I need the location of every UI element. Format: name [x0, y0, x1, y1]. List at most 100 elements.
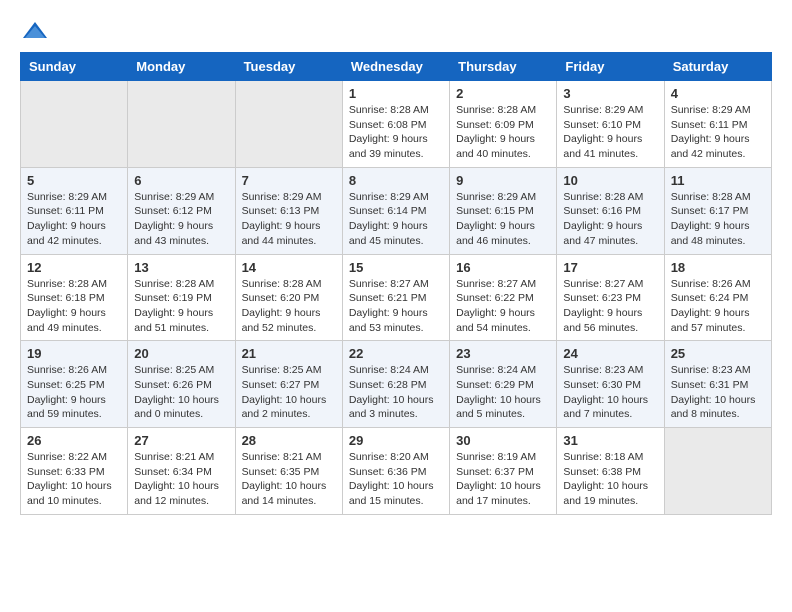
calendar-cell: 30 Sunrise: 8:19 AMSunset: 6:37 PMDayligh…	[450, 428, 557, 515]
calendar-cell	[128, 81, 235, 168]
day-info: Sunrise: 8:28 AMSunset: 6:16 PMDaylight:…	[563, 190, 657, 249]
calendar-table: SundayMondayTuesdayWednesdayThursdayFrid…	[20, 52, 772, 515]
day-number: 2	[456, 86, 550, 101]
day-number: 16	[456, 260, 550, 275]
day-number: 18	[671, 260, 765, 275]
calendar-cell: 17 Sunrise: 8:27 AMSunset: 6:23 PMDayligh…	[557, 254, 664, 341]
day-number: 17	[563, 260, 657, 275]
day-info: Sunrise: 8:23 AMSunset: 6:31 PMDaylight:…	[671, 363, 765, 422]
day-number: 23	[456, 346, 550, 361]
day-info: Sunrise: 8:25 AMSunset: 6:27 PMDaylight:…	[242, 363, 336, 422]
day-info: Sunrise: 8:19 AMSunset: 6:37 PMDaylight:…	[456, 450, 550, 509]
day-info: Sunrise: 8:29 AMSunset: 6:11 PMDaylight:…	[27, 190, 121, 249]
day-info: Sunrise: 8:26 AMSunset: 6:24 PMDaylight:…	[671, 277, 765, 336]
day-number: 30	[456, 433, 550, 448]
day-info: Sunrise: 8:27 AMSunset: 6:21 PMDaylight:…	[349, 277, 443, 336]
day-info: Sunrise: 8:28 AMSunset: 6:18 PMDaylight:…	[27, 277, 121, 336]
day-info: Sunrise: 8:25 AMSunset: 6:26 PMDaylight:…	[134, 363, 228, 422]
day-info: Sunrise: 8:21 AMSunset: 6:34 PMDaylight:…	[134, 450, 228, 509]
calendar-cell: 23 Sunrise: 8:24 AMSunset: 6:29 PMDayligh…	[450, 341, 557, 428]
calendar-cell	[664, 428, 771, 515]
day-info: Sunrise: 8:20 AMSunset: 6:36 PMDaylight:…	[349, 450, 443, 509]
calendar-cell: 25 Sunrise: 8:23 AMSunset: 6:31 PMDayligh…	[664, 341, 771, 428]
column-header-thursday: Thursday	[450, 53, 557, 81]
day-number: 24	[563, 346, 657, 361]
calendar-cell: 8 Sunrise: 8:29 AMSunset: 6:14 PMDaylight…	[342, 167, 449, 254]
calendar-cell: 4 Sunrise: 8:29 AMSunset: 6:11 PMDaylight…	[664, 81, 771, 168]
calendar-cell: 15 Sunrise: 8:27 AMSunset: 6:21 PMDayligh…	[342, 254, 449, 341]
day-info: Sunrise: 8:28 AMSunset: 6:20 PMDaylight:…	[242, 277, 336, 336]
column-header-friday: Friday	[557, 53, 664, 81]
day-info: Sunrise: 8:27 AMSunset: 6:23 PMDaylight:…	[563, 277, 657, 336]
day-info: Sunrise: 8:28 AMSunset: 6:08 PMDaylight:…	[349, 103, 443, 162]
calendar-cell: 16 Sunrise: 8:27 AMSunset: 6:22 PMDayligh…	[450, 254, 557, 341]
day-info: Sunrise: 8:28 AMSunset: 6:19 PMDaylight:…	[134, 277, 228, 336]
day-info: Sunrise: 8:26 AMSunset: 6:25 PMDaylight:…	[27, 363, 121, 422]
calendar-cell	[235, 81, 342, 168]
day-info: Sunrise: 8:23 AMSunset: 6:30 PMDaylight:…	[563, 363, 657, 422]
day-number: 22	[349, 346, 443, 361]
logo-icon	[21, 20, 49, 42]
day-info: Sunrise: 8:27 AMSunset: 6:22 PMDaylight:…	[456, 277, 550, 336]
day-info: Sunrise: 8:29 AMSunset: 6:10 PMDaylight:…	[563, 103, 657, 162]
calendar-cell: 14 Sunrise: 8:28 AMSunset: 6:20 PMDayligh…	[235, 254, 342, 341]
calendar-cell: 1 Sunrise: 8:28 AMSunset: 6:08 PMDaylight…	[342, 81, 449, 168]
day-number: 13	[134, 260, 228, 275]
day-number: 5	[27, 173, 121, 188]
calendar-cell: 2Sunrise: 8:28 AMSunset: 6:09 PMDaylight…	[450, 81, 557, 168]
calendar-cell: 7Sunrise: 8:29 AMSunset: 6:13 PMDaylight…	[235, 167, 342, 254]
day-number: 27	[134, 433, 228, 448]
calendar-cell: 18 Sunrise: 8:26 AMSunset: 6:24 PMDayligh…	[664, 254, 771, 341]
day-info: Sunrise: 8:29 AMSunset: 6:13 PMDaylight:…	[242, 190, 336, 249]
calendar-cell: 31 Sunrise: 8:18 AMSunset: 6:38 PMDayligh…	[557, 428, 664, 515]
day-info: Sunrise: 8:18 AMSunset: 6:38 PMDaylight:…	[563, 450, 657, 509]
day-number: 6	[134, 173, 228, 188]
day-number: 1	[349, 86, 443, 101]
day-number: 10	[563, 173, 657, 188]
column-header-tuesday: Tuesday	[235, 53, 342, 81]
day-number: 11	[671, 173, 765, 188]
day-number: 15	[349, 260, 443, 275]
day-number: 14	[242, 260, 336, 275]
column-header-saturday: Saturday	[664, 53, 771, 81]
calendar-cell: 19 Sunrise: 8:26 AMSunset: 6:25 PMDayligh…	[21, 341, 128, 428]
day-info: Sunrise: 8:21 AMSunset: 6:35 PMDaylight:…	[242, 450, 336, 509]
calendar-cell: 6Sunrise: 8:29 AMSunset: 6:12 PMDaylight…	[128, 167, 235, 254]
calendar-cell: 12 Sunrise: 8:28 AMSunset: 6:18 PMDayligh…	[21, 254, 128, 341]
day-info: Sunrise: 8:29 AMSunset: 6:15 PMDaylight:…	[456, 190, 550, 249]
calendar-cell	[21, 81, 128, 168]
calendar-cell: 5 Sunrise: 8:29 AMSunset: 6:11 PMDaylight…	[21, 167, 128, 254]
calendar-cell: 27 Sunrise: 8:21 AMSunset: 6:34 PMDayligh…	[128, 428, 235, 515]
day-number: 20	[134, 346, 228, 361]
day-info: Sunrise: 8:24 AMSunset: 6:28 PMDaylight:…	[349, 363, 443, 422]
day-info: Sunrise: 8:22 AMSunset: 6:33 PMDaylight:…	[27, 450, 121, 509]
calendar-cell: 22 Sunrise: 8:24 AMSunset: 6:28 PMDayligh…	[342, 341, 449, 428]
calendar-cell: 26 Sunrise: 8:22 AMSunset: 6:33 PMDayligh…	[21, 428, 128, 515]
calendar-cell: 20 Sunrise: 8:25 AMSunset: 6:26 PMDayligh…	[128, 341, 235, 428]
calendar-cell: 10 Sunrise: 8:28 AMSunset: 6:16 PMDayligh…	[557, 167, 664, 254]
day-info: Sunrise: 8:29 AMSunset: 6:11 PMDaylight:…	[671, 103, 765, 162]
day-number: 25	[671, 346, 765, 361]
day-number: 12	[27, 260, 121, 275]
logo	[20, 20, 50, 36]
day-number: 31	[563, 433, 657, 448]
calendar-cell: 28Sunrise: 8:21 AMSunset: 6:35 PMDayligh…	[235, 428, 342, 515]
day-number: 29	[349, 433, 443, 448]
day-number: 26	[27, 433, 121, 448]
day-number: 4	[671, 86, 765, 101]
calendar-cell: 13 Sunrise: 8:28 AMSunset: 6:19 PMDayligh…	[128, 254, 235, 341]
calendar-cell: 24 Sunrise: 8:23 AMSunset: 6:30 PMDayligh…	[557, 341, 664, 428]
calendar-cell: 9 Sunrise: 8:29 AMSunset: 6:15 PMDaylight…	[450, 167, 557, 254]
day-number: 19	[27, 346, 121, 361]
page-header	[20, 20, 772, 36]
day-number: 3	[563, 86, 657, 101]
day-number: 9	[456, 173, 550, 188]
day-number: 8	[349, 173, 443, 188]
day-info: Sunrise: 8:29 AMSunset: 6:14 PMDaylight:…	[349, 190, 443, 249]
calendar-cell: 3 Sunrise: 8:29 AMSunset: 6:10 PMDaylight…	[557, 81, 664, 168]
day-info: Sunrise: 8:28 AMSunset: 6:17 PMDaylight:…	[671, 190, 765, 249]
calendar-cell: 11 Sunrise: 8:28 AMSunset: 6:17 PMDayligh…	[664, 167, 771, 254]
day-info: Sunrise: 8:24 AMSunset: 6:29 PMDaylight:…	[456, 363, 550, 422]
column-header-sunday: Sunday	[21, 53, 128, 81]
column-header-wednesday: Wednesday	[342, 53, 449, 81]
